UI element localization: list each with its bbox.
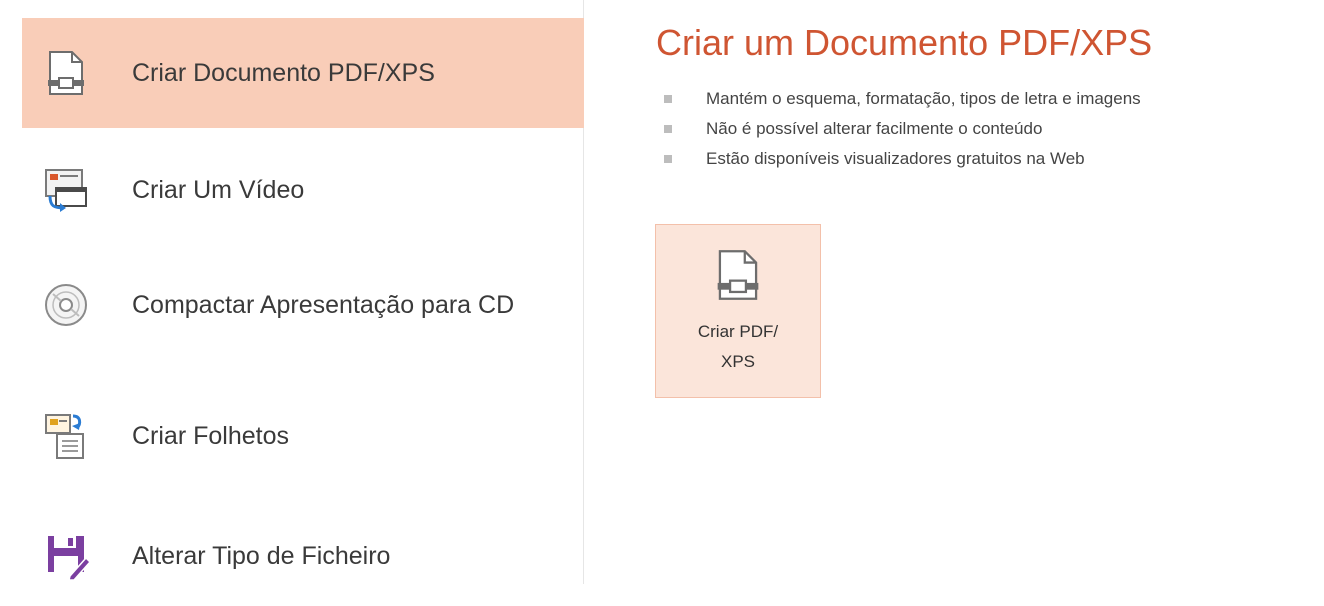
- create-pdf-xps-label: Criar PDF/ XPS: [664, 317, 812, 377]
- list-item: Não é possível alterar facilmente o cont…: [662, 114, 1141, 144]
- sidebar-item-label: Criar Um Vídeo: [132, 176, 305, 204]
- save-as-icon: [38, 528, 94, 584]
- bullet-square-icon: [664, 155, 672, 163]
- sidebar-item-change-file-type[interactable]: Alterar Tipo de Ficheiro: [22, 506, 584, 606]
- button-label-line-2: XPS: [720, 352, 756, 371]
- page-title: Criar um Documento PDF/XPS: [656, 22, 1153, 63]
- handouts-icon: [38, 408, 94, 464]
- list-item-text: Estão disponíveis visualizadores gratuit…: [706, 149, 1085, 168]
- sidebar-item-create-pdf[interactable]: Criar Documento PDF/XPS: [22, 18, 584, 128]
- sidebar-item-label: Compactar Apresentação para CD: [132, 291, 515, 319]
- sidebar-item-label: Criar Documento PDF/XPS: [132, 59, 435, 87]
- bullet-square-icon: [664, 125, 672, 133]
- sidebar-item-create-handouts[interactable]: Criar Folhetos: [22, 386, 584, 486]
- sidebar-item-label: Criar Folhetos: [132, 422, 289, 450]
- pdf-document-icon: [38, 45, 94, 101]
- sidebar-item-label: Alterar Tipo de Ficheiro: [132, 542, 391, 570]
- feature-list: Mantém o esquema, formatação, tipos de l…: [662, 84, 1141, 174]
- video-icon: [38, 162, 94, 218]
- bullet-square-icon: [664, 95, 672, 103]
- list-item-text: Não é possível alterar facilmente o cont…: [706, 119, 1043, 138]
- list-item: Estão disponíveis visualizadores gratuit…: [662, 144, 1141, 174]
- sidebar-item-create-video[interactable]: Criar Um Vídeo: [22, 140, 584, 240]
- pdf-document-icon: [714, 249, 762, 301]
- list-item-text: Mantém o esquema, formatação, tipos de l…: [706, 89, 1141, 108]
- cd-icon: [38, 277, 94, 333]
- button-label-line-1: Criar PDF/: [697, 322, 779, 341]
- create-pdf-xps-button[interactable]: Criar PDF/ XPS: [655, 224, 821, 398]
- list-item: Mantém o esquema, formatação, tipos de l…: [662, 84, 1141, 114]
- sidebar-item-package-cd[interactable]: Compactar Apresentação para CD: [22, 250, 584, 360]
- export-sidebar: Criar Documento PDF/XPS Criar Um Vídeo C…: [0, 0, 584, 584]
